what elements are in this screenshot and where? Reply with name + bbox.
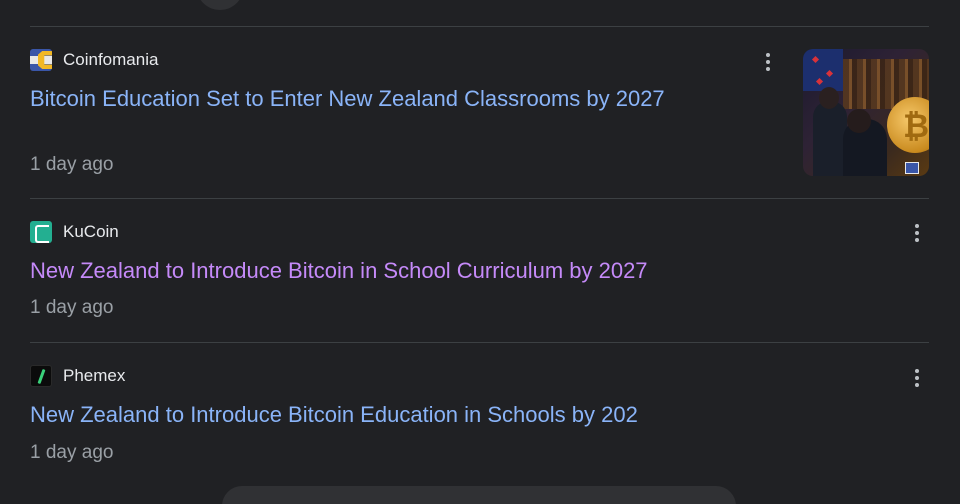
scroll-to-top-button[interactable] <box>197 0 243 10</box>
article-source-name: Coinfomania <box>63 50 159 69</box>
article-source-row: Phemex <box>30 364 125 388</box>
more-vert-icon[interactable] <box>758 50 778 74</box>
article-thumbnail-image[interactable]: ₿ <box>803 49 929 176</box>
article-headline-link[interactable]: Bitcoin Education Set to Enter New Zeala… <box>30 85 665 113</box>
new-zealand-flag-icon <box>803 49 843 91</box>
news-article-card[interactable]: Coinfomania Bitcoin Education Set to Ent… <box>30 26 929 198</box>
article-source-name: Phemex <box>63 366 126 385</box>
article-timestamp: 1 day ago <box>30 297 114 318</box>
article-source-row: KuCoin <box>30 220 119 244</box>
news-results-page: Coinfomania Bitcoin Education Set to Ent… <box>0 0 960 504</box>
kucoin-logo-icon <box>30 221 52 243</box>
news-article-card[interactable]: KuCoin New Zealand to Introduce Bitcoin … <box>30 198 929 342</box>
article-headline-link[interactable]: New Zealand to Introduce Bitcoin in Scho… <box>30 257 648 285</box>
article-timestamp: 1 day ago <box>30 442 114 463</box>
phemex-logo-icon <box>30 365 52 387</box>
more-news-button[interactable] <box>222 486 736 504</box>
article-source-name: KuCoin <box>63 222 119 241</box>
coinfomania-logo-icon <box>30 49 52 71</box>
article-timestamp: 1 day ago <box>30 154 114 175</box>
article-source-row: Coinfomania <box>30 48 158 72</box>
article-headline-link[interactable]: New Zealand to Introduce Bitcoin Educati… <box>30 401 638 429</box>
more-vert-icon[interactable] <box>907 221 927 245</box>
more-vert-icon[interactable] <box>907 366 927 390</box>
news-article-card[interactable]: Phemex New Zealand to Introduce Bitcoin … <box>30 342 929 486</box>
bitcoin-icon: ₿ <box>887 97 929 153</box>
